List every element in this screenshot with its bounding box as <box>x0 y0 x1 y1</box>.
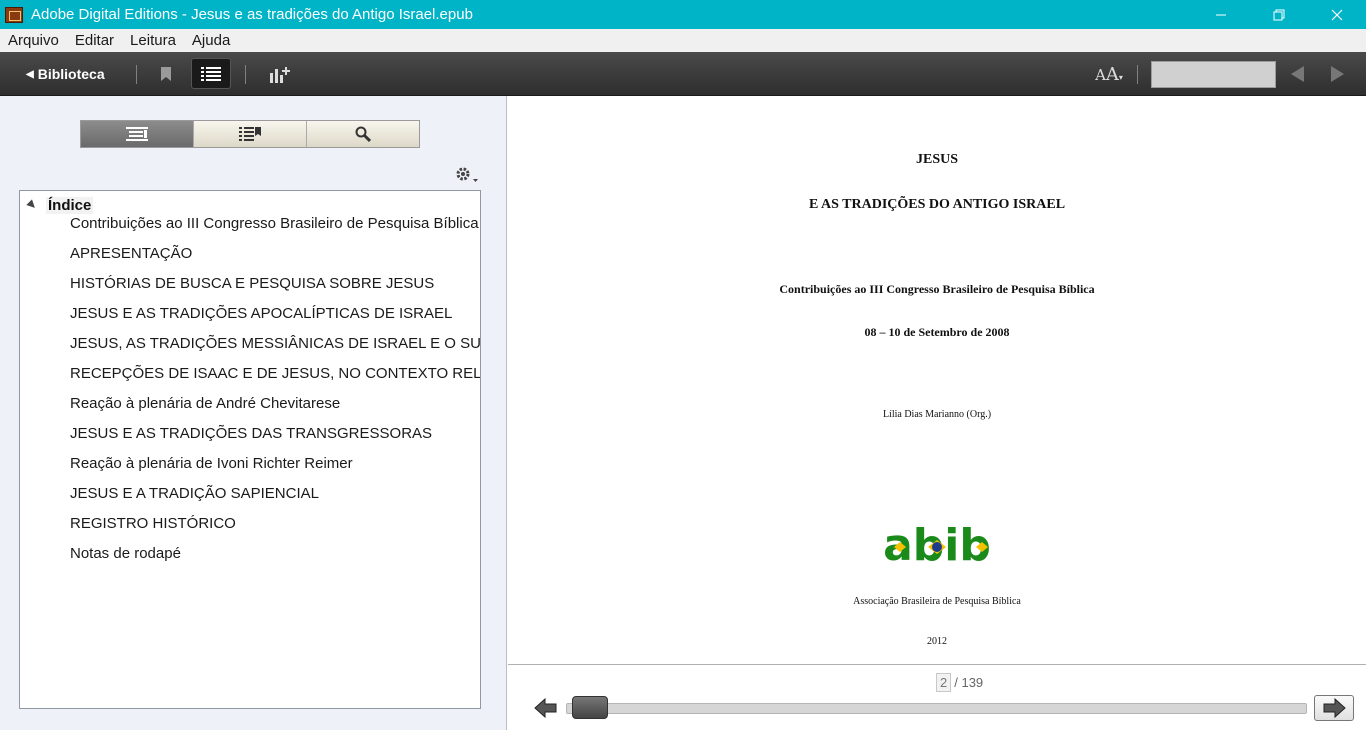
app-icon <box>5 6 23 23</box>
restore-button[interactable] <box>1250 0 1308 29</box>
toc-item[interactable]: RECEPÇÕES DE ISAAC E DE JESUS, NO CONTEX… <box>70 363 480 393</box>
toolbar-divider <box>245 65 246 84</box>
toc-item[interactable]: Notas de rodapé <box>70 543 480 573</box>
next-page-button[interactable] <box>1314 695 1354 721</box>
toolbar-divider <box>1137 65 1138 84</box>
current-page-field[interactable]: 2 <box>936 673 952 692</box>
back-arrow-icon: ◀ <box>26 68 34 80</box>
window-controls <box>1192 0 1366 29</box>
table-of-contents: Índice Contribuições ao III Congresso Br… <box>19 190 481 709</box>
toc-item[interactable]: Reação à plenária de André Chevitarese <box>70 393 480 423</box>
restore-icon <box>1273 9 1285 20</box>
menu-ajuda[interactable]: Ajuda <box>184 32 238 49</box>
list-icon <box>201 66 221 81</box>
sidebar-view-switcher <box>80 120 420 148</box>
book-editor: Lília Dias Marianno (Org.) <box>882 409 992 420</box>
toc-item[interactable]: JESUS E AS TRADIÇÕES APOCALÍPTICAS DE IS… <box>70 303 480 333</box>
toc-item[interactable]: APRESENTAÇÃO <box>70 243 480 273</box>
sidebar: Índice Contribuições ao III Congresso Br… <box>0 96 507 730</box>
congress-line: Contribuições ao III Congresso Brasileir… <box>779 282 1095 296</box>
page-indicator: 2 / 139 <box>936 673 983 692</box>
close-button[interactable] <box>1308 0 1366 29</box>
toc-item[interactable]: JESUS E A TRADIÇÃO SAPIENCIAL <box>70 483 480 513</box>
bookmark-icon <box>161 66 171 81</box>
total-pages: / 139 <box>954 675 984 690</box>
add-chart-icon <box>270 66 290 83</box>
previous-page-button[interactable] <box>526 695 566 721</box>
window-title: Adobe Digital Editions - Jesus e as trad… <box>31 6 473 23</box>
title-bar: Adobe Digital Editions - Jesus e as trad… <box>0 0 1366 29</box>
add-to-library-button[interactable] <box>260 58 300 89</box>
toc-item[interactable]: Reação à plenária de Ivoni Richter Reime… <box>70 453 480 483</box>
right-arrow-icon <box>1323 698 1346 718</box>
library-label: Biblioteca <box>37 66 105 82</box>
publication-year: 2012 <box>927 636 947 647</box>
toc-item[interactable]: JESUS, AS TRADIÇÕES MESSIÂNICAS DE ISRAE… <box>70 333 480 363</box>
association-name: Associação Brasileira de Pesquisa Bíblic… <box>853 596 1021 607</box>
tab-search[interactable] <box>307 121 419 147</box>
search-icon <box>355 126 371 142</box>
expand-triangle-icon[interactable] <box>26 199 38 211</box>
close-icon <box>1331 9 1343 20</box>
font-size-button[interactable]: AA▾ <box>1092 62 1126 86</box>
menu-editar[interactable]: Editar <box>67 32 122 49</box>
abib-logo: abib <box>883 524 991 568</box>
toolbar: ◀ Biblioteca AA▾ <box>0 52 1366 96</box>
toc-list: Contribuições ao III Congresso Brasileir… <box>70 213 480 573</box>
tab-bookmarks[interactable] <box>194 121 307 147</box>
settings-button[interactable] <box>454 164 480 186</box>
menu-bar: Arquivo Editar Leitura Ajuda <box>0 29 1366 52</box>
congress-dates: 08 – 10 de Setembro de 2008 <box>864 325 1010 339</box>
toc-root-label: Índice <box>46 196 94 214</box>
toc-icon <box>126 127 148 141</box>
toolbar-divider <box>136 65 137 84</box>
bookmark-button[interactable] <box>146 58 186 89</box>
page-navigation: 2 / 139 <box>508 666 1366 730</box>
previous-page-icon[interactable] <box>1291 66 1304 82</box>
menu-arquivo[interactable]: Arquivo <box>0 32 67 49</box>
toc-item[interactable]: Contribuições ao III Congresso Brasileir… <box>70 213 480 243</box>
toc-item[interactable]: REGISTRO HISTÓRICO <box>70 513 480 543</box>
bookmarks-list-icon <box>239 127 261 141</box>
tab-toc[interactable] <box>81 121 194 147</box>
toc-item[interactable]: HISTÓRIAS DE BUSCA E PESQUISA SOBRE JESU… <box>70 273 480 303</box>
reading-pane[interactable]: JESUS E AS TRADIÇÕES DO ANTIGO ISRAEL Co… <box>508 96 1366 665</box>
gear-icon <box>456 167 478 182</box>
library-button[interactable]: ◀ Biblioteca <box>26 63 105 85</box>
page-slider-track[interactable] <box>566 703 1307 714</box>
minimize-button[interactable] <box>1192 0 1250 29</box>
left-arrow-icon <box>534 698 557 718</box>
menu-leitura[interactable]: Leitura <box>122 32 184 49</box>
font-size-icon: AA▾ <box>1095 63 1123 85</box>
toc-item[interactable]: JESUS E AS TRADIÇÕES DAS TRANSGRESSORAS <box>70 423 480 453</box>
search-page-input[interactable] <box>1151 61 1276 88</box>
toc-root[interactable]: Índice <box>26 195 94 215</box>
minimize-icon <box>1216 14 1226 15</box>
page-slider-thumb[interactable] <box>572 696 608 719</box>
toc-view-button[interactable] <box>191 58 231 89</box>
book-title: JESUS <box>915 152 959 167</box>
next-page-icon[interactable] <box>1331 66 1344 82</box>
book-subtitle: E AS TRADIÇÕES DO ANTIGO ISRAEL <box>808 197 1066 212</box>
